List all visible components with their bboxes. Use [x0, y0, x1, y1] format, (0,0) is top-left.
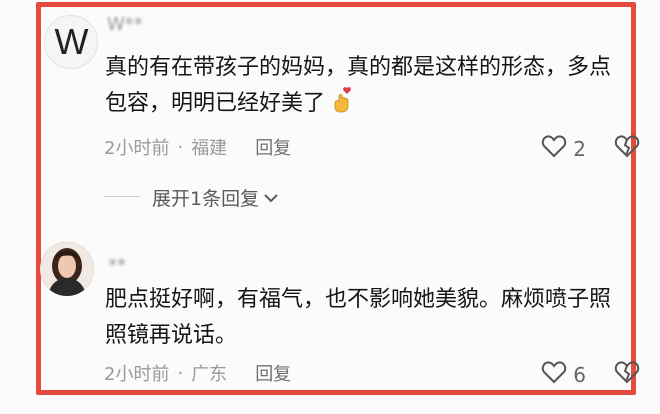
location: 广东	[191, 364, 228, 385]
location: 福建	[191, 138, 228, 159]
avatar-letter: W	[54, 21, 89, 62]
username[interactable]: **	[108, 255, 126, 276]
username[interactable]: W**	[107, 14, 143, 35]
broken-heart-icon[interactable]	[614, 134, 640, 163]
expand-replies-button[interactable]: 展开1条回复	[152, 184, 279, 211]
crossed-fingers-heart-emoji	[332, 87, 354, 125]
comment-text-body: 肥点挺好啊，有福气，也不影响她美貌。麻烦喷子照照镜再说话。	[105, 287, 612, 348]
avatar[interactable]	[40, 242, 94, 296]
separator: ·	[177, 136, 184, 158]
comment-text-body: 真的有在带孩子的妈妈，真的都是这样的形态，多点包容，明明已经好美了	[105, 55, 612, 116]
comment-actions: 2	[541, 134, 640, 163]
comment-meta: 2小时前 · 福建 回复	[104, 134, 291, 160]
comment-item: W W** 真的有在带孩子的妈妈，真的都是这样的形态，多点包容，明明已经好美了 …	[0, 0, 660, 230]
like-count: 6	[573, 362, 586, 387]
chevron-down-icon	[264, 193, 278, 202]
comment-text: 肥点挺好啊，有福气，也不影响她美貌。麻烦喷子照照镜再说话。	[105, 282, 625, 354]
heart-outline-icon[interactable]	[541, 360, 567, 389]
comment-text: 真的有在带孩子的妈妈，真的都是这样的形态，多点包容，明明已经好美了	[105, 50, 625, 125]
avatar-photo	[40, 242, 94, 296]
avatar[interactable]: W	[44, 15, 98, 69]
heart-outline-icon[interactable]	[541, 134, 567, 163]
timestamp: 2小时前	[104, 364, 170, 385]
separator: ·	[177, 362, 184, 384]
comment-meta: 2小时前 · 广东 回复	[104, 360, 291, 386]
broken-heart-icon[interactable]	[614, 360, 640, 389]
replies-divider	[104, 196, 140, 197]
reply-button[interactable]: 回复	[255, 134, 291, 160]
timestamp: 2小时前	[104, 138, 170, 159]
reply-button[interactable]: 回复	[255, 360, 291, 386]
like-count: 2	[573, 136, 586, 161]
comment-actions: 6	[541, 360, 640, 389]
expand-replies-label: 展开1条回复	[152, 188, 260, 210]
